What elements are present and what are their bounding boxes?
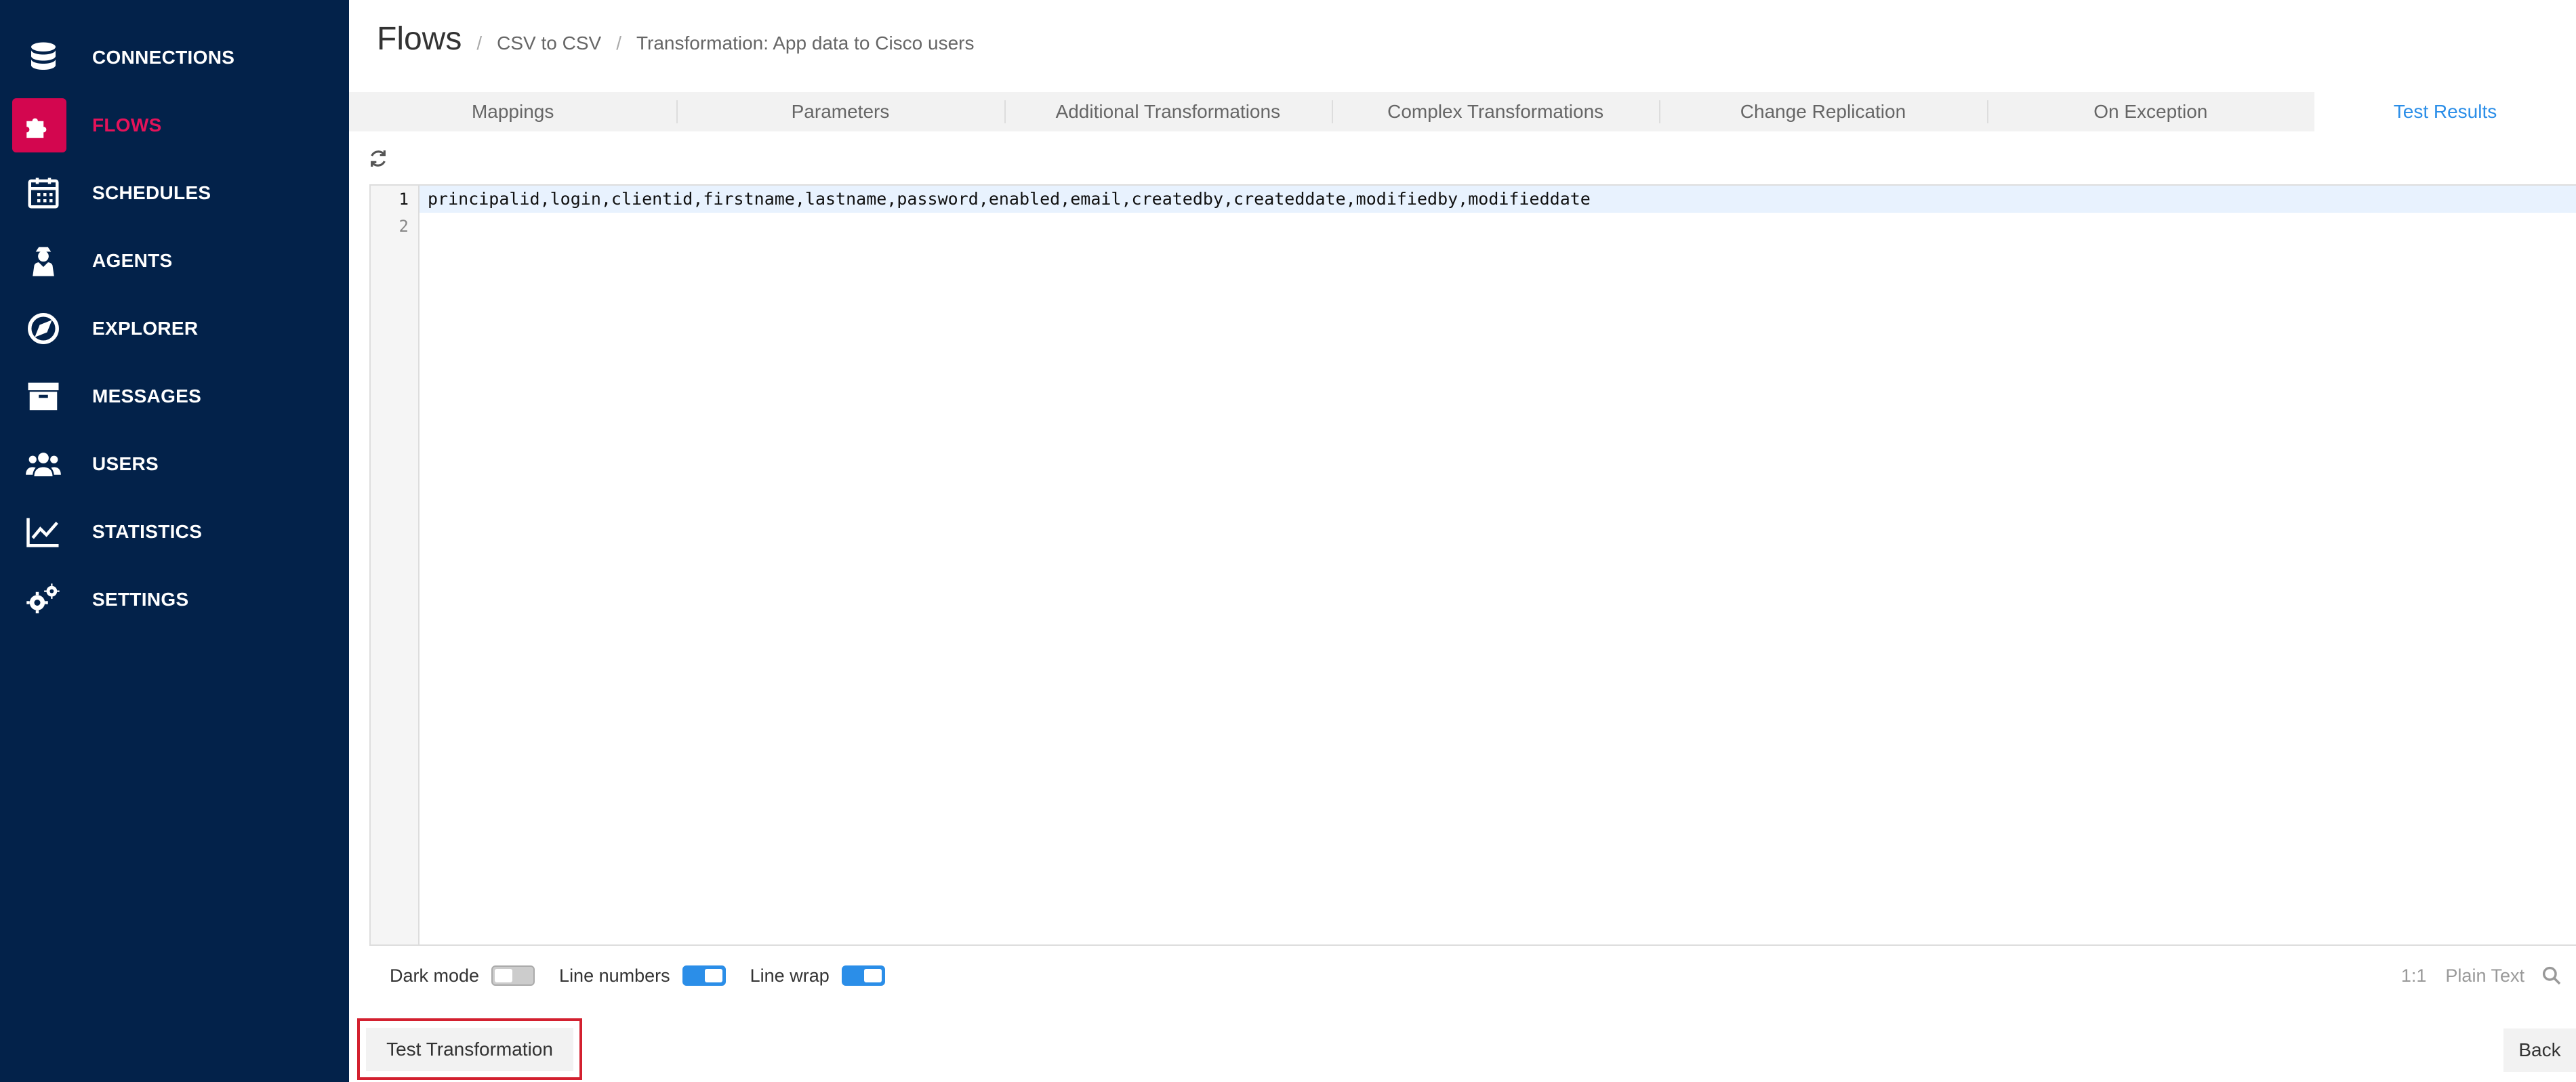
editor-status: 1:1 Plain Text	[2382, 962, 2562, 989]
line-numbers-label: Line numbers	[559, 965, 670, 986]
page-title: Flows	[377, 21, 462, 57]
nav-label: SETTINGS	[92, 589, 189, 610]
test-transformation-highlight: Test Transformation	[357, 1018, 582, 1080]
nav-label: STATISTICS	[92, 521, 203, 542]
breadcrumb-separator: /	[476, 33, 483, 54]
header: Flows / CSV to CSV / Transformation: App…	[377, 20, 975, 58]
test-transformation-button[interactable]: Test Transformation	[366, 1027, 573, 1071]
nav-label: AGENTS	[92, 250, 173, 271]
gears-icon	[22, 578, 65, 621]
toggle-knob	[495, 969, 513, 982]
nav-agents[interactable]: AGENTS	[12, 233, 338, 289]
archive-icon	[22, 375, 65, 418]
breadcrumb-item[interactable]: CSV to CSV	[497, 33, 601, 54]
nav-label: USERS	[92, 453, 159, 474]
tab-on-exception[interactable]: On Exception	[1986, 92, 2314, 131]
tab-change-replication[interactable]: Change Replication	[1659, 92, 1986, 131]
agent-icon	[22, 239, 65, 283]
code-line[interactable]: principalid,login,clientid,firstname,las…	[420, 186, 2576, 213]
language-mode[interactable]: Plain Text	[2445, 965, 2524, 986]
tab-mappings[interactable]: Mappings	[349, 92, 676, 131]
refresh-icon[interactable]	[367, 148, 389, 169]
nav-label: SCHEDULES	[92, 182, 211, 203]
code-editor[interactable]: 1 2 principalid,login,clientid,firstname…	[369, 184, 2576, 946]
nav-connections[interactable]: CONNECTIONS	[12, 30, 338, 85]
tab-bar: Mappings Parameters Additional Transform…	[349, 92, 2576, 131]
line-wrap-toggle[interactable]	[841, 965, 885, 986]
breadcrumb-separator: /	[616, 33, 621, 54]
dark-mode-toggle[interactable]	[491, 965, 535, 986]
toggle-knob	[704, 969, 722, 982]
nav-label: MESSAGES	[92, 386, 202, 407]
breadcrumb-item: Transformation: App data to Cisco users	[636, 33, 975, 54]
cursor-position: 1:1	[2400, 965, 2427, 986]
chart-line-icon	[22, 510, 65, 554]
tab-complex-transformations[interactable]: Complex Transformations	[1331, 92, 1659, 131]
nav-messages[interactable]: MESSAGES	[12, 369, 338, 424]
tab-parameters[interactable]: Parameters	[676, 92, 1004, 131]
code-line[interactable]	[420, 213, 2576, 240]
editor-footer: Dark mode Line numbers Line wrap 1:1 Pla…	[390, 962, 2576, 989]
line-numbers-toggle[interactable]	[682, 965, 726, 986]
tab-additional-transformations[interactable]: Additional Transformations	[1004, 92, 1332, 131]
puzzle-icon	[12, 98, 66, 152]
line-number: 1	[398, 190, 409, 209]
tab-test-results[interactable]: Test Results	[2314, 92, 2576, 131]
nav-label: CONNECTIONS	[92, 47, 235, 68]
toggle-knob	[863, 969, 882, 982]
nav-explorer[interactable]: EXPLORER	[12, 301, 338, 356]
search-icon[interactable]	[2541, 965, 2562, 986]
nav-label: EXPLORER	[92, 318, 199, 339]
tab-strip: Mappings Parameters Additional Transform…	[349, 92, 2314, 131]
database-icon	[22, 36, 65, 79]
nav-statistics[interactable]: STATISTICS	[12, 504, 338, 560]
line-wrap-label: Line wrap	[750, 965, 830, 986]
code-content[interactable]: principalid,login,clientid,firstname,las…	[420, 186, 2576, 240]
back-button[interactable]: Back	[2503, 1028, 2576, 1072]
line-number-gutter: 1 2	[371, 186, 420, 944]
users-icon	[22, 442, 65, 486]
calendar-icon	[22, 171, 65, 215]
nav-label: FLOWS	[92, 115, 162, 136]
sidebar: CONNECTIONS FLOWS SCHEDULES AGENTS EXPLO…	[0, 0, 349, 1082]
dark-mode-label: Dark mode	[390, 965, 480, 986]
line-number: 2	[398, 217, 409, 236]
compass-icon	[22, 307, 65, 350]
nav-flows[interactable]: FLOWS	[12, 98, 338, 153]
nav-schedules[interactable]: SCHEDULES	[12, 165, 338, 221]
nav-settings[interactable]: SETTINGS	[12, 572, 338, 627]
nav-users[interactable]: USERS	[12, 436, 338, 492]
